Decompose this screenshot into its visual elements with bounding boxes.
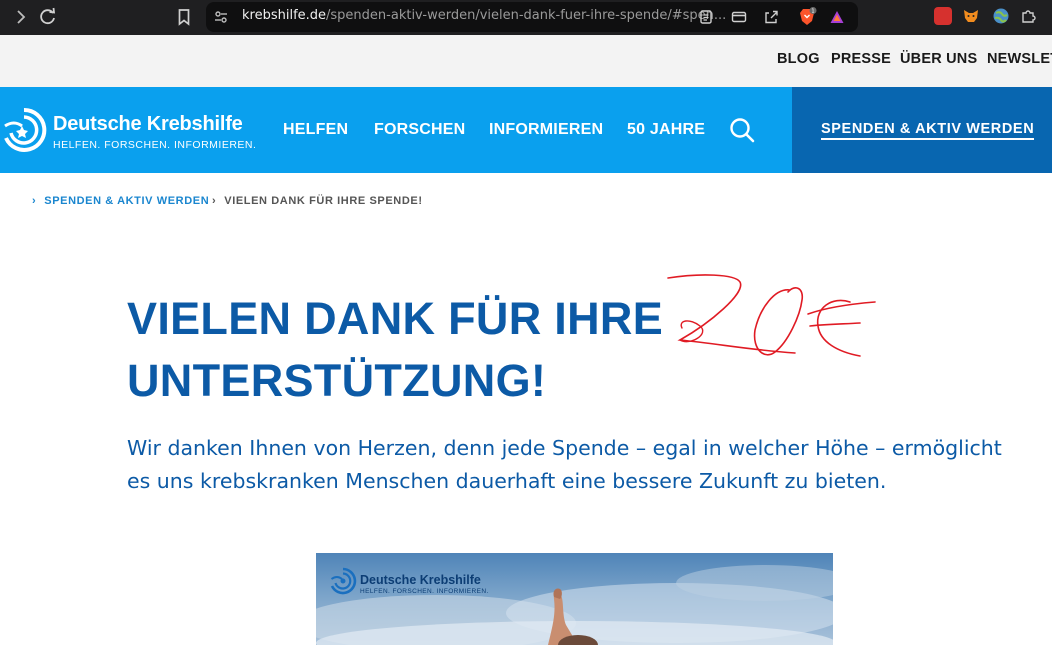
site-settings-icon[interactable] xyxy=(214,10,228,24)
utility-nav: BLOG PRESSE ÜBER UNS NEWSLETT xyxy=(0,35,1052,87)
forward-button[interactable] xyxy=(6,3,34,31)
breadcrumb-current: › VIELEN DANK FÜR IHRE SPENDE! xyxy=(212,195,423,207)
donate-cta-label: SPENDEN & AKTIV WERDEN xyxy=(821,121,1035,140)
nav-item-helfen[interactable]: HELFEN xyxy=(283,121,348,139)
breadcrumb-label: SPENDEN & AKTIV WERDEN xyxy=(44,195,210,207)
intro-text-line-2: es uns krebskranken Menschen dauerhaft e… xyxy=(127,469,887,493)
site-logo[interactable]: Deutsche Krebshilfe HELFEN. FORSCHEN. IN… xyxy=(0,106,256,154)
nav-item-forschen[interactable]: FORSCHEN xyxy=(374,121,465,139)
utility-link-newsletter[interactable]: NEWSLETT xyxy=(987,51,1052,67)
globe-extension-icon[interactable] xyxy=(992,7,1010,25)
intro-text-line-1: Wir danken Ihnen von Herzen, denn jede S… xyxy=(127,436,1002,460)
search-icon[interactable] xyxy=(728,116,756,144)
page-title-line-1: VIELEN DANK FÜR IHRE xyxy=(127,293,664,344)
page-title-line-2: UNTERSTÜTZUNG! xyxy=(127,355,547,406)
donate-cta-button[interactable]: SPENDEN & AKTIV WERDEN xyxy=(792,87,1052,173)
bookmark-button[interactable] xyxy=(170,3,198,31)
utility-link-blog[interactable]: BLOG xyxy=(777,51,820,67)
chevron-right-icon: › xyxy=(32,195,37,207)
bookmark-icon xyxy=(178,9,190,26)
svg-text:1: 1 xyxy=(811,9,814,15)
url-host: krebshilfe.de xyxy=(242,8,327,23)
chevron-right-icon: › xyxy=(212,195,217,207)
logo-tagline: HELFEN. FORSCHEN. INFORMIEREN. xyxy=(53,139,257,151)
ublock-extension-icon[interactable] xyxy=(934,7,952,25)
reload-icon xyxy=(40,7,56,25)
share-icon[interactable] xyxy=(763,9,779,25)
browser-toolbar: krebshilfe.de/spenden-aktiv-werden/viele… xyxy=(0,0,1052,35)
page-title: VIELEN DANK FÜR IHRE UNTERSTÜTZUNG! xyxy=(127,288,687,412)
url-text[interactable]: krebshilfe.de/spenden-aktiv-werden/viele… xyxy=(242,8,726,23)
utility-link-presse[interactable]: PRESSE xyxy=(831,51,891,67)
metamask-extension-icon[interactable] xyxy=(962,7,980,25)
krebshilfe-logo-icon xyxy=(330,567,357,595)
hero-image: Deutsche Krebshilfe HELFEN. FORSCHEN. IN… xyxy=(316,553,833,645)
chevron-right-icon xyxy=(17,10,26,24)
hero-logo-tagline: HELFEN. FORSCHEN. INFORMIEREN. xyxy=(360,588,489,595)
nav-item-50-jahre[interactable]: 50 JAHRE xyxy=(627,121,705,139)
intro-text: Wir danken Ihnen von Herzen, denn jede S… xyxy=(127,432,1027,498)
url-path: /spenden-aktiv-werden/vielen-dank-fuer-i… xyxy=(326,8,727,23)
reader-mode-icon[interactable] xyxy=(698,9,714,25)
nav-item-informieren[interactable]: INFORMIEREN xyxy=(489,121,603,139)
brave-shield-icon[interactable]: 1 xyxy=(796,6,818,28)
brave-rewards-icon[interactable] xyxy=(829,9,845,25)
logo-name: Deutsche Krebshilfe xyxy=(53,113,243,135)
sky-clouds-graphic xyxy=(316,565,833,645)
krebshilfe-logo-icon xyxy=(4,107,47,152)
breadcrumb-link-spenden[interactable]: › SPENDEN & AKTIV WERDEN xyxy=(32,195,209,207)
handwritten-amount-annotation xyxy=(667,274,876,357)
hero-logo-name: Deutsche Krebshilfe xyxy=(360,573,481,587)
utility-link-ueber-uns[interactable]: ÜBER UNS xyxy=(900,51,977,67)
card-icon[interactable] xyxy=(731,9,747,25)
extensions-puzzle-icon[interactable] xyxy=(1020,7,1038,25)
main-nav: Deutsche Krebshilfe HELFEN. FORSCHEN. IN… xyxy=(0,87,1052,173)
breadcrumb-label: VIELEN DANK FÜR IHRE SPENDE! xyxy=(224,195,423,207)
address-bar[interactable]: krebshilfe.de/spenden-aktiv-werden/viele… xyxy=(206,2,858,32)
reload-button[interactable] xyxy=(34,3,62,31)
